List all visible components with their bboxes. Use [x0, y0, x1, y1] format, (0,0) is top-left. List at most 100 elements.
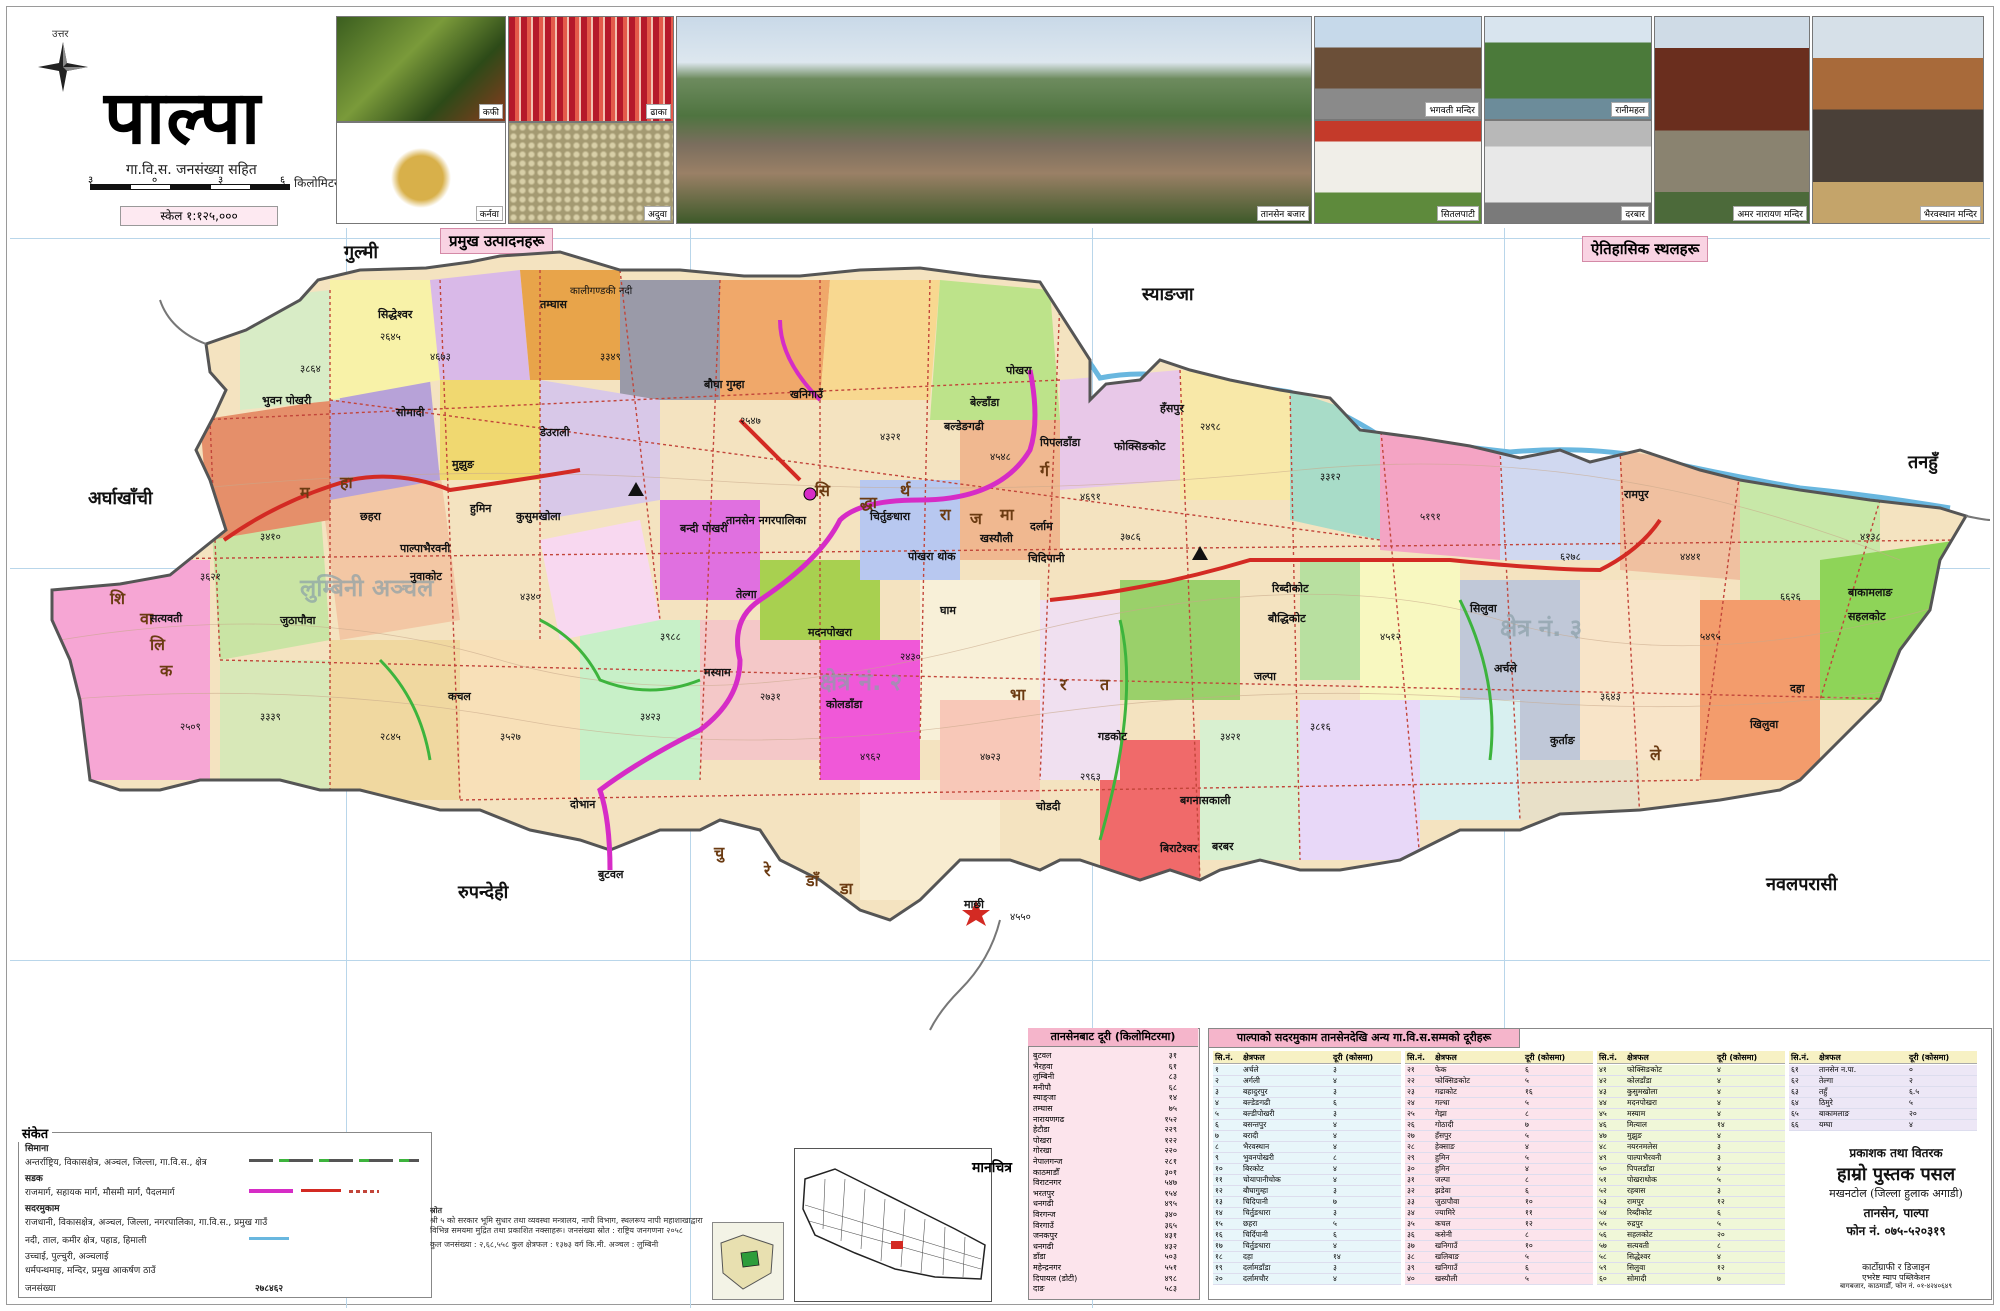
vdc-table-row: १९ दर्लामडाँडा ३ [1213, 1263, 1401, 1274]
vdc-table-cell: गेझा [1435, 1109, 1447, 1118]
distance-km: ३६५ [1164, 1220, 1177, 1230]
vdc-table-row: ५४ रिब्दीकोट ६ [1597, 1208, 1785, 1219]
vdc-table-cell: २६ [1407, 1120, 1415, 1129]
vdc-table-cell: छहरा [1243, 1219, 1258, 1228]
vdc-table-cell: सहलकोट [1627, 1230, 1653, 1239]
legend-population: २७८४६२ [255, 1284, 284, 1294]
vdc-table-cell: ८ [1333, 1153, 1337, 1162]
vdc-label: बगनासकाली [1179, 793, 1232, 807]
vdc-table-row: २९ हुमिन ५ [1405, 1153, 1593, 1164]
vdc-table-cell: ४ [1717, 1131, 1721, 1140]
svg-text:२९६३: २९६३ [1080, 772, 1101, 783]
vdc-table-cell: फोक्सिङकोट [1627, 1065, 1663, 1074]
vdc-table-cell: ५३ [1599, 1197, 1607, 1206]
distance-place: विराटनगर [1033, 1178, 1062, 1188]
vdc-table-row: ३५ कचल १२ [1405, 1219, 1593, 1230]
distance-km: २२० [1164, 1146, 1177, 1156]
vdc-table-cell: जुठापौवा [1435, 1197, 1460, 1206]
map-notes: स्रोत श्री ५ को सरकार भूमि सुधार तथा व्य… [430, 1206, 706, 1298]
vdc-table-row: १३ चिदिपानी ७ [1213, 1197, 1401, 1208]
distance-km: १५२ [1164, 1114, 1177, 1124]
legend-symbol [249, 1159, 419, 1162]
vdc-label: जल्पा [1253, 670, 1277, 683]
road-out [929, 919, 1001, 1031]
vdc-table-cell: ५७ [1599, 1241, 1607, 1250]
vdc-label: बाकामलाङ [1847, 586, 1893, 599]
distance-table-row: भैरहवा ६१ [1033, 1062, 1193, 1072]
vdc-label: सहलकोट [1847, 609, 1886, 623]
vdc-table-row: २४ गल्धा ५ [1405, 1098, 1593, 1109]
vdc-table-cell: १ [1215, 1065, 1219, 1074]
distance-km: ५४७ [1164, 1178, 1177, 1188]
vdc-table-cell: ५ [1525, 1274, 1529, 1283]
vdc-table-cell: ६१ [1791, 1065, 1799, 1074]
vdc-table-cell: ५१ [1599, 1175, 1607, 1184]
vdc-table-cell: पाल्पाभैरवनी [1627, 1153, 1662, 1162]
churiya-letter: डाँ [805, 871, 821, 890]
vdc-table-cell: ६२ [1791, 1076, 1799, 1085]
vdc-table-row: ४४ मदनपोखरा ४ [1597, 1098, 1785, 1109]
churiya-letter: डा [839, 879, 854, 898]
vdc-table-header-cell: दूरी (कोसमा) [1333, 1053, 1374, 1062]
vdc-table-cell: १० [1215, 1164, 1223, 1173]
vdc-label: सिद्धेश्वर [377, 307, 413, 321]
vdc-table-row: ३८ खलिबाङ ५ [1405, 1252, 1593, 1263]
vdc-table-cell: ४ [1333, 1076, 1337, 1085]
vdc-table-cell: ६० [1599, 1274, 1607, 1283]
vdc-table-cell: १६ [1215, 1230, 1223, 1239]
vdc-table-cell: ४ [1333, 1175, 1337, 1184]
neighbor-arghakhanchi: अर्घाखाँची [88, 488, 153, 509]
vdc-table-cell: ४ [1333, 1120, 1337, 1129]
vdc-table-cell: यम्घा [1819, 1120, 1833, 1129]
vdc-table-cell: ३ [1717, 1186, 1721, 1195]
svg-text:४६७३: ४६७३ [430, 352, 451, 363]
vdc-table-cell: ३ [1215, 1087, 1219, 1096]
vdc-table-cell: बिरकोट [1243, 1164, 1264, 1173]
vdc-table-row: ३४ ज्यामिरे ११ [1405, 1208, 1593, 1219]
vdc-table-cell: भुवनपोखरी [1243, 1153, 1274, 1162]
distance-place: विरगन्ज [1033, 1210, 1056, 1219]
vdc-table-cell: ४ [1333, 1164, 1337, 1173]
vdc-table-cell: ३१ [1407, 1175, 1415, 1184]
distance-km: ५८३ [1164, 1284, 1177, 1294]
svg-text:३६२१: ३६२१ [200, 572, 221, 583]
distance-table-row: धनगढी ४३२ [1033, 1242, 1193, 1252]
svg-text:२७३१: २७३१ [760, 692, 781, 703]
distance-km: ७५ [1168, 1104, 1177, 1113]
vdc-table-row: ४६ मित्याल १४ [1597, 1120, 1785, 1131]
distance-km: ४३२ [1164, 1241, 1177, 1251]
vdc-table-cell: ५२ [1599, 1186, 1607, 1195]
vdc-table-header: सि.नं. क्षेत्रफल दूरी (कोसमा) [1789, 1051, 1977, 1064]
vdc-table-row: ४१ फोक्सिङकोट ४ [1597, 1065, 1785, 1076]
vdc-table-row: १४ चिर्तुङधारा ३ [1213, 1208, 1401, 1219]
distance-km: १४ [1168, 1093, 1177, 1103]
vdc-table-row: ४० खस्यौली ५ [1405, 1274, 1593, 1285]
vdc-table-cell: बल्डीपोखरी [1243, 1109, 1275, 1118]
vdc-table-row: ६३ तहुँ ६.५ [1789, 1087, 1977, 1098]
vdc-table-cell: ५ [1717, 1175, 1721, 1184]
vdc-table-cell: १२ [1717, 1263, 1725, 1272]
vdc-table-cell: ४ [1717, 1098, 1721, 1107]
vdc-label: गडकोट [1097, 729, 1127, 743]
svg-text:४९६२: ४९६२ [860, 752, 881, 763]
distance-place: तम्घास [1033, 1104, 1053, 1113]
vdc-table-row: ४ बल्डेङगढी ६ [1213, 1098, 1401, 1109]
vdc-table-cell: ६.५ [1909, 1087, 1920, 1096]
vdc-table-cell: ३७ [1407, 1241, 1415, 1250]
vdc-table-cell: ३६ [1407, 1230, 1415, 1239]
siwalik-letter: क [159, 661, 173, 680]
svg-text:४५१२: ४५१२ [1380, 632, 1401, 643]
vdc-label: मदनपोखरा [807, 625, 853, 639]
distance-km: ३१ [1168, 1051, 1177, 1060]
legend-row: अन्तर्राष्ट्रिय, विकासक्षेत्र, अञ्चल, जि… [25, 1158, 207, 1168]
vdc-label: बन्दी पोखरी [679, 521, 729, 535]
distance-table-row: लुम्बिनी ८३ [1033, 1072, 1193, 1082]
highway-letter: र्ग [1039, 461, 1050, 480]
vdc-table-cell: ६ [1525, 1065, 1529, 1074]
notes-stats: कुल जनसंख्या : २,६८,५५८ कुल क्षेत्रफल : … [430, 1240, 659, 1249]
vdc-table-cell: ४ [1215, 1098, 1219, 1107]
vdc-table-cell: बरादी [1243, 1131, 1259, 1140]
vdc-label: नुवाकोट [409, 569, 442, 584]
distance-km: ३४० [1164, 1210, 1177, 1219]
notes-text: श्री ५ को सरकार भूमि सुधार तथा व्यवस्था … [430, 1216, 703, 1235]
